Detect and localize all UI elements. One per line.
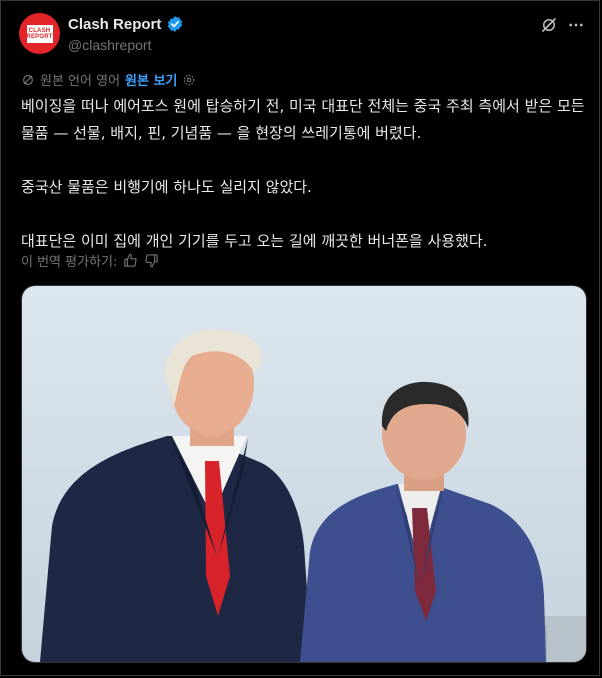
post-text: 베이징을 떠나 에어포스 원에 탑승하기 전, 미국 대표단 전체는 중국 주최…	[21, 93, 591, 255]
more-icon-graphic	[569, 23, 583, 27]
author-name-row: Clash Report	[68, 15, 184, 33]
translation-bar: 원본 언어 영어 원본 보기	[21, 70, 196, 89]
rate-translation: 이 번역 평가하기:	[21, 251, 159, 270]
author-name[interactable]: Clash Report	[68, 16, 161, 33]
grok-icon[interactable]	[539, 15, 559, 35]
translate-icon	[23, 74, 33, 85]
photo-two-leaders	[22, 286, 586, 662]
verified-badge-icon[interactable]	[166, 15, 184, 33]
logo-text-line2: REPORT	[26, 33, 53, 40]
thumbs-up-icon[interactable]	[123, 253, 138, 268]
post-paragraph: 베이징을 떠나 에어포스 원에 탑승하기 전, 미국 대표단 전체는 중국 주최…	[21, 97, 585, 142]
clash-report-logo: CLASH REPORT	[26, 24, 53, 43]
post-paragraph: 중국산 물품은 비행기에 하나도 실리지 않았다.	[21, 178, 312, 196]
rate-translation-label: 이 번역 평가하기:	[21, 255, 118, 270]
post-container: CLASH REPORT Clash Report @clashreport 원…	[0, 0, 600, 676]
thumbs-down-icon[interactable]	[144, 253, 159, 268]
gear-icon[interactable]	[182, 73, 196, 87]
show-original-link[interactable]: 원본 보기	[125, 70, 177, 89]
more-icon[interactable]	[566, 15, 586, 35]
post-photo[interactable]	[21, 285, 587, 663]
author-handle[interactable]: @clashreport	[68, 37, 151, 53]
avatar[interactable]: CLASH REPORT	[19, 13, 60, 54]
grok-icon-graphic	[542, 18, 556, 32]
translation-note: 원본 언어 영어	[40, 74, 121, 89]
